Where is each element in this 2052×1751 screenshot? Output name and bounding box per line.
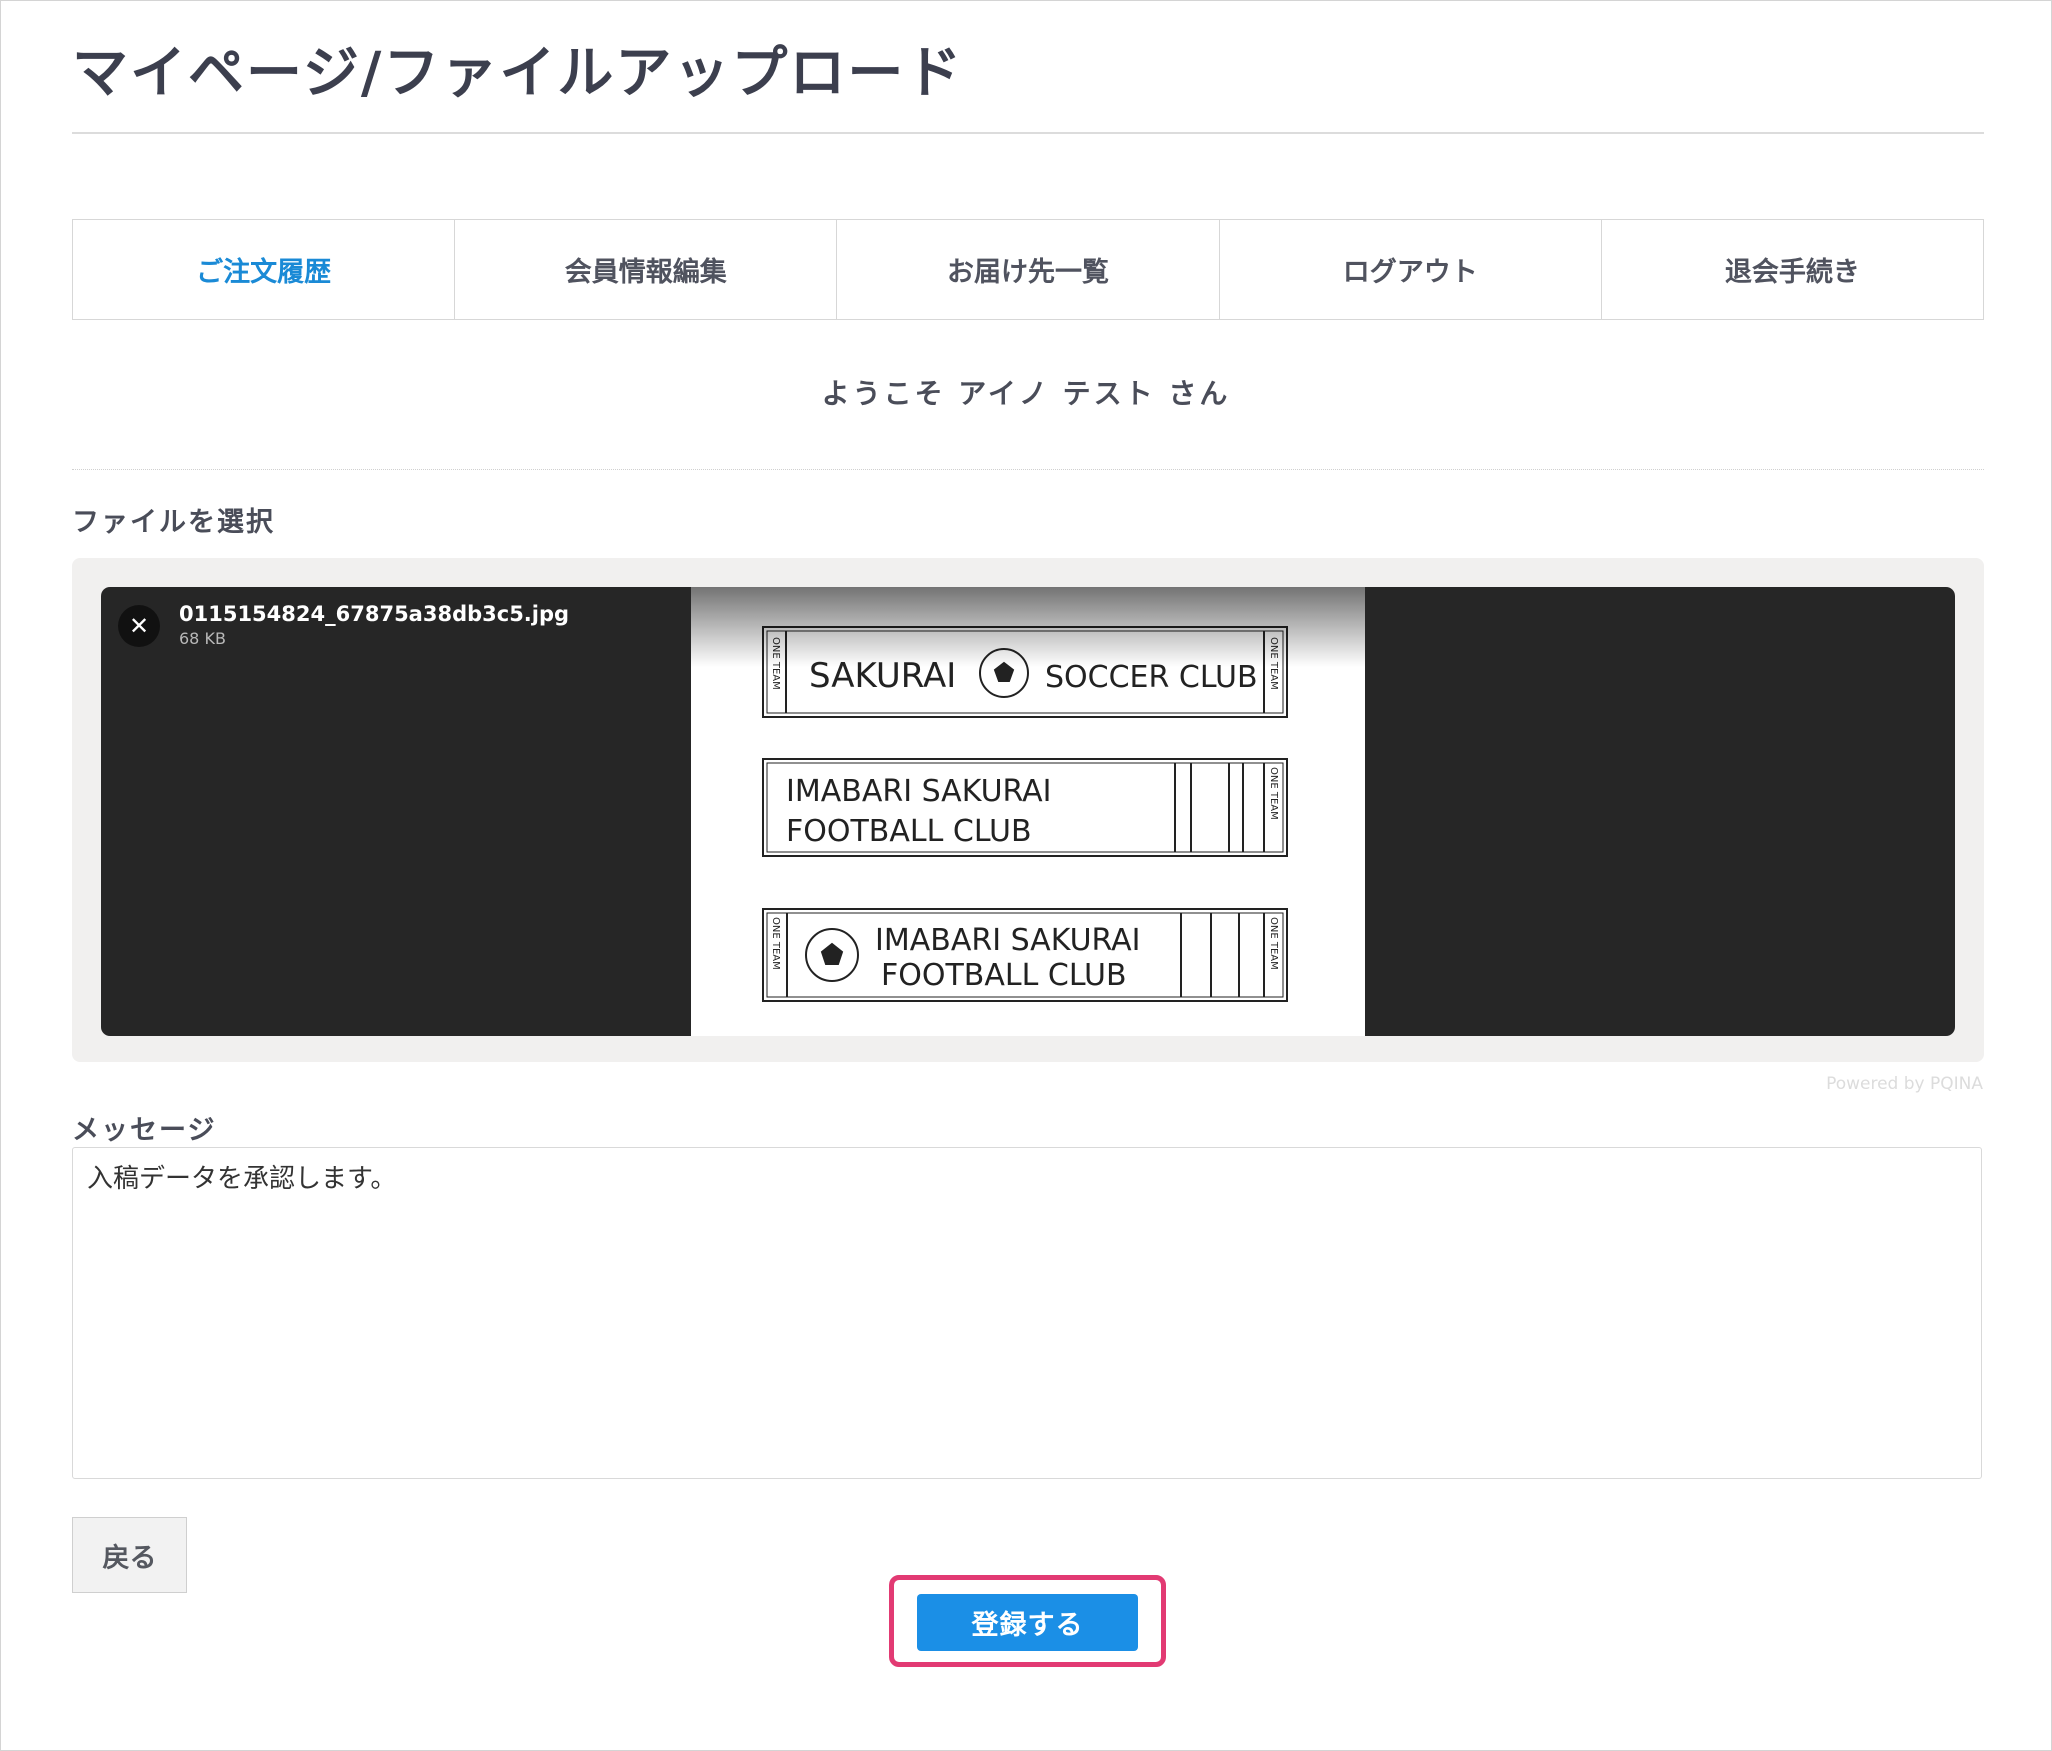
submit-button[interactable]: 登録する: [917, 1594, 1138, 1651]
message-textarea[interactable]: 入稿データを承認します。: [72, 1147, 1982, 1479]
mypage-nav-tabs: ご注文履歴 会員情報編集 お届け先一覧 ログアウト 退会手続き: [72, 219, 1984, 320]
preview-banner2-line2: FOOTBALL CLUB: [786, 814, 1032, 849]
image-preview: SAKURAI SOCCER CLUB IMABARI SAKURAI FOOT…: [691, 587, 1365, 1036]
welcome-message: ようこそ アイノ テスト さん: [821, 377, 1231, 410]
tab-delivery-addresses[interactable]: お届け先一覧: [836, 220, 1218, 319]
tab-withdraw[interactable]: 退会手続き: [1600, 220, 1983, 319]
preview-banner3-line1: IMABARI SAKURAI: [875, 923, 1141, 958]
preview-banner3-line2: FOOTBALL CLUB: [881, 958, 1127, 993]
preview-side-text-5: ONE TEAM: [1268, 917, 1279, 970]
message-label: メッセージ: [72, 1115, 217, 1146]
preview-top-shade: [691, 587, 1365, 667]
remove-file-button[interactable]: ✕: [118, 605, 160, 647]
file-name: 0115154824_67875a38db3c5.jpg: [179, 602, 570, 626]
file-size: 68 KB: [179, 629, 226, 648]
preview-side-text-4: ONE TEAM: [770, 917, 781, 970]
page-title: マイページ/ファイルアップロード: [72, 41, 964, 106]
file-select-label: ファイルを選択: [72, 507, 275, 538]
section-divider: [72, 469, 1984, 470]
close-icon: ✕: [128, 612, 150, 640]
back-button[interactable]: 戻る: [72, 1517, 187, 1593]
title-divider: [72, 132, 1984, 134]
preview-side-text-3: ONE TEAM: [1268, 767, 1279, 820]
tab-member-info[interactable]: 会員情報編集: [454, 220, 836, 319]
preview-banner2-line1: IMABARI SAKURAI: [786, 774, 1052, 809]
tab-order-history[interactable]: ご注文履歴: [73, 220, 454, 319]
uploaded-file-item: SAKURAI SOCCER CLUB IMABARI SAKURAI FOOT…: [101, 587, 1955, 1036]
tab-logout[interactable]: ログアウト: [1218, 220, 1601, 319]
file-drop-area[interactable]: SAKURAI SOCCER CLUB IMABARI SAKURAI FOOT…: [72, 558, 1984, 1062]
powered-by-credit[interactable]: Powered by PQINA: [1826, 1074, 1983, 1094]
